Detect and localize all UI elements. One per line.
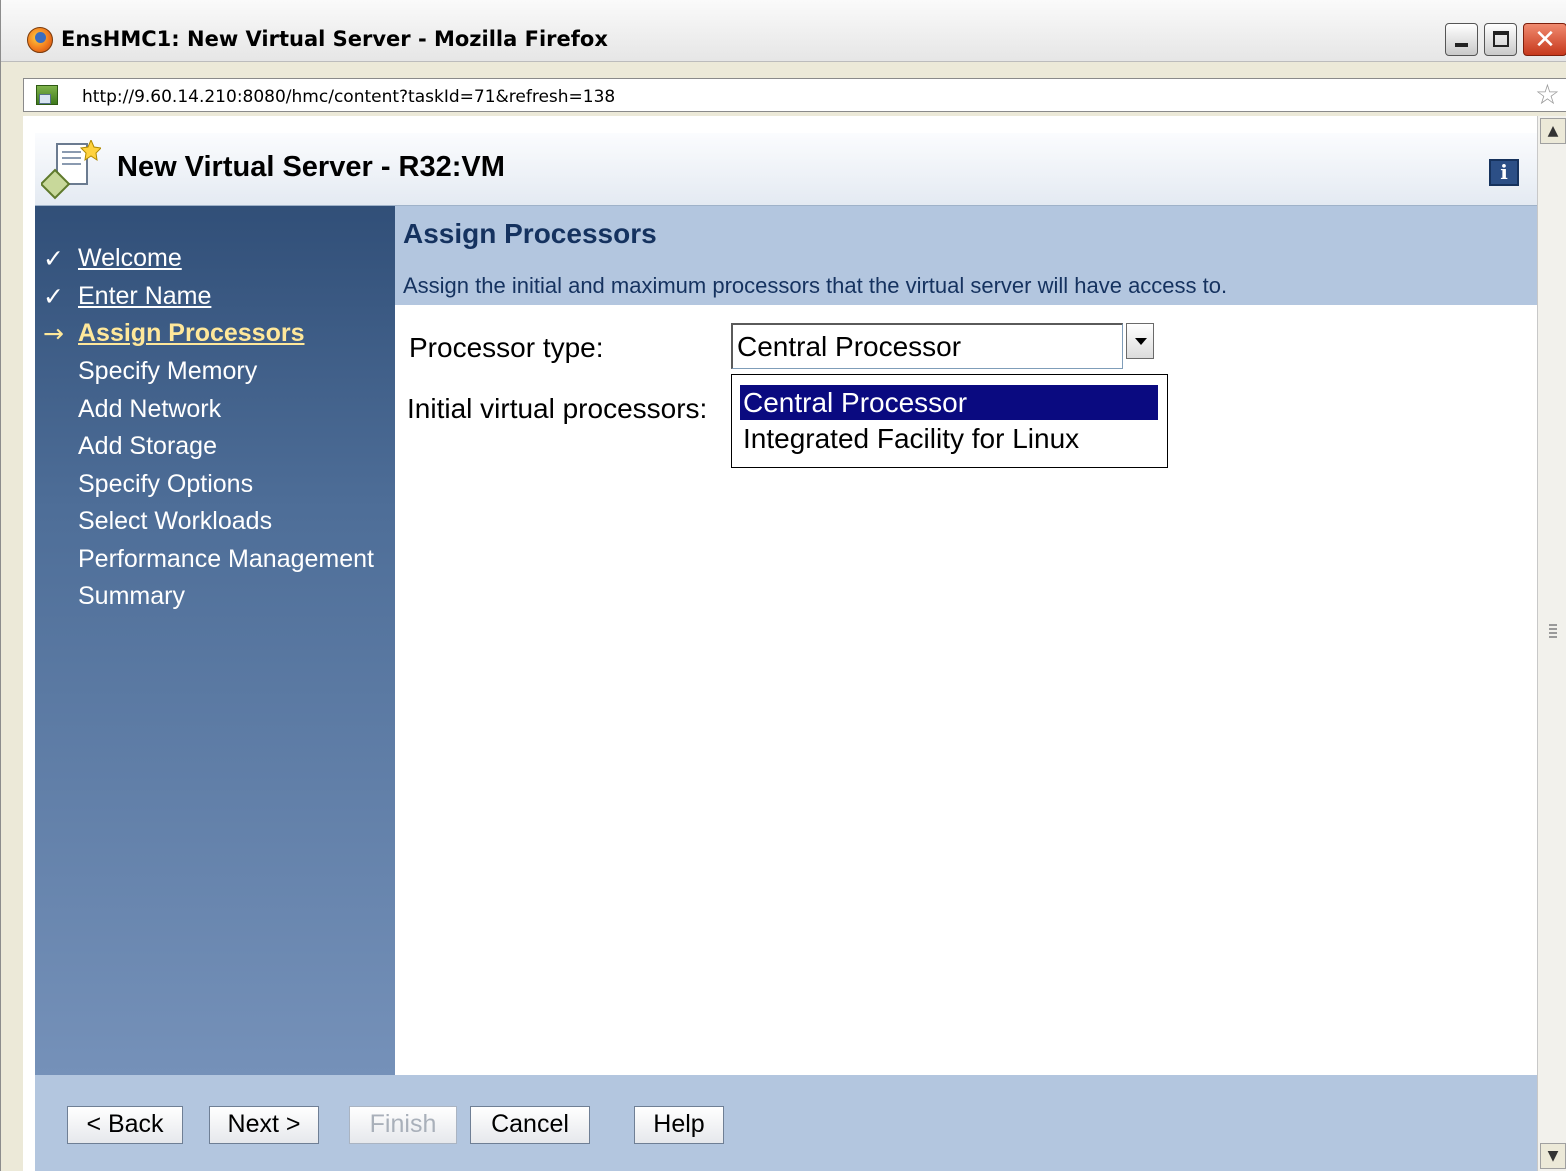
nav-item-label: Specify Memory xyxy=(78,357,258,385)
nav-item-enter-name[interactable]: ✓ Enter Name xyxy=(35,282,395,316)
minimize-icon xyxy=(1455,43,1468,47)
help-button[interactable]: Help xyxy=(634,1106,724,1144)
browser-window: EnsHMC1: New Virtual Server - Mozilla Fi… xyxy=(0,0,1566,1171)
nav-item-add-storage: Add Storage xyxy=(35,432,395,466)
nav-item-label: Summary xyxy=(78,582,185,610)
next-button[interactable]: Next > xyxy=(209,1106,319,1144)
nav-item-label[interactable]: Welcome xyxy=(78,244,182,273)
url-text[interactable]: http://9.60.14.210:8080/hmc/content?task… xyxy=(82,87,615,107)
site-icon xyxy=(36,85,58,105)
nav-item-performance-management: Performance Management xyxy=(35,545,395,579)
close-icon: ✕ xyxy=(1534,25,1556,55)
cancel-button[interactable]: Cancel xyxy=(470,1106,590,1144)
dropdown-option-central-processor[interactable]: Central Processor xyxy=(740,385,1158,420)
check-icon: ✓ xyxy=(43,244,64,273)
maximize-icon xyxy=(1493,31,1509,47)
dropdown-option-ifl[interactable]: Integrated Facility for Linux xyxy=(740,421,1158,456)
new-server-icon xyxy=(41,140,101,200)
scroll-up-icon[interactable]: ▲ xyxy=(1540,118,1566,144)
finish-button: Finish xyxy=(349,1106,457,1144)
back-button[interactable]: < Back xyxy=(67,1106,183,1144)
page-title: Assign Processors xyxy=(403,218,657,249)
nav-item-summary: Summary xyxy=(35,582,395,616)
task-title: New Virtual Server - R32:VM xyxy=(117,151,505,183)
initial-processors-label: Initial virtual processors: xyxy=(407,393,708,424)
minimize-button[interactable] xyxy=(1445,23,1478,56)
processor-type-dropdown: Central Processor Integrated Facility fo… xyxy=(731,374,1168,468)
nav-item-label[interactable]: Assign Processors xyxy=(78,319,305,348)
nav-item-add-network: Add Network xyxy=(35,395,395,429)
arrow-right-icon: → xyxy=(43,319,64,348)
firefox-icon xyxy=(27,27,53,53)
page-content: New Virtual Server - R32:VM i ✓ Welcome … xyxy=(23,116,1537,1171)
nav-item-label: Select Workloads xyxy=(78,507,273,535)
nav-item-specify-memory: Specify Memory xyxy=(35,357,395,391)
nav-item-label: Add Storage xyxy=(78,432,217,460)
bookmark-star-icon[interactable]: ☆ xyxy=(1535,80,1560,110)
info-icon[interactable]: i xyxy=(1489,159,1519,186)
page-description: Assign the initial and maximum processor… xyxy=(403,273,1228,298)
window-title: EnsHMC1: New Virtual Server - Mozilla Fi… xyxy=(61,27,608,51)
nav-item-label: Specify Options xyxy=(78,470,254,498)
nav-item-select-workloads: Select Workloads xyxy=(35,507,395,541)
window-titlebar[interactable]: EnsHMC1: New Virtual Server - Mozilla Fi… xyxy=(1,0,1566,62)
nav-item-label[interactable]: Enter Name xyxy=(78,282,211,311)
nav-item-specify-options: Specify Options xyxy=(35,470,395,504)
close-button[interactable]: ✕ xyxy=(1523,23,1566,56)
processor-type-label: Processor type: xyxy=(409,332,604,363)
nav-item-label: Add Network xyxy=(78,395,222,423)
processor-type-select[interactable]: Central Processor xyxy=(731,323,1123,369)
vertical-scrollbar[interactable]: ▲ ▼ xyxy=(1537,116,1566,1171)
wizard-footer: < Back Next > Finish Cancel Help xyxy=(35,1075,1537,1171)
processor-type-value: Central Processor xyxy=(737,331,962,362)
address-bar[interactable]: http://9.60.14.210:8080/hmc/content?task… xyxy=(23,78,1566,112)
scroll-down-icon[interactable]: ▼ xyxy=(1540,1143,1566,1169)
nav-item-assign-processors[interactable]: → Assign Processors xyxy=(35,319,395,353)
nav-item-welcome[interactable]: ✓ Welcome xyxy=(35,244,395,278)
chevron-down-icon[interactable] xyxy=(1126,323,1154,359)
scroll-grip[interactable] xyxy=(1549,624,1557,638)
nav-item-label: Performance Management xyxy=(78,545,374,573)
maximize-button[interactable] xyxy=(1484,23,1517,56)
task-header: New Virtual Server - R32:VM i xyxy=(35,133,1537,206)
page-header: Assign Processors Assign the initial and… xyxy=(395,206,1537,305)
wizard-nav: ✓ Welcome ✓ Enter Name → Assign Processo… xyxy=(35,206,395,1075)
check-icon: ✓ xyxy=(43,282,64,311)
